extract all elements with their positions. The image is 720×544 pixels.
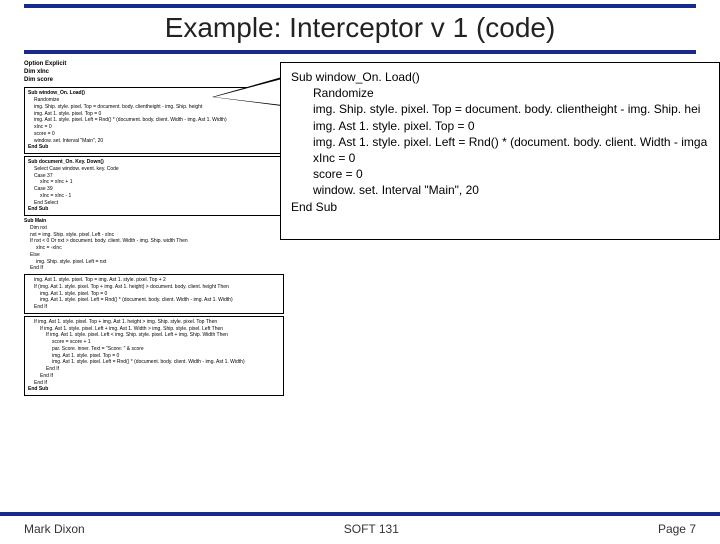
box-main-ast: img. Ast 1. style. pixel. Top = img. Ast… — [24, 274, 284, 314]
zoom-code: Sub window_On. Load() Randomize img. Shi… — [280, 62, 720, 240]
box-main-hit: If img. Ast 1. style. pixel. Top + img. … — [24, 316, 284, 396]
zoom-callout: Sub window_On. Load() Randomize img. Shi… — [280, 56, 720, 256]
footer-page: Page 7 — [658, 522, 696, 536]
box-keydown: Sub document_On. Key. Down() Select Case… — [24, 156, 284, 216]
code-thumbnail: Option Explicit Dim xInc Dim score Sub w… — [24, 60, 284, 398]
footer: Mark Dixon SOFT 131 Page 7 — [0, 512, 720, 544]
callout-pointer-icon — [212, 77, 282, 106]
footer-author: Mark Dixon — [24, 522, 85, 536]
footer-course: SOFT 131 — [344, 522, 399, 536]
slide-title: Example: Interceptor v 1 (code) — [0, 8, 720, 46]
